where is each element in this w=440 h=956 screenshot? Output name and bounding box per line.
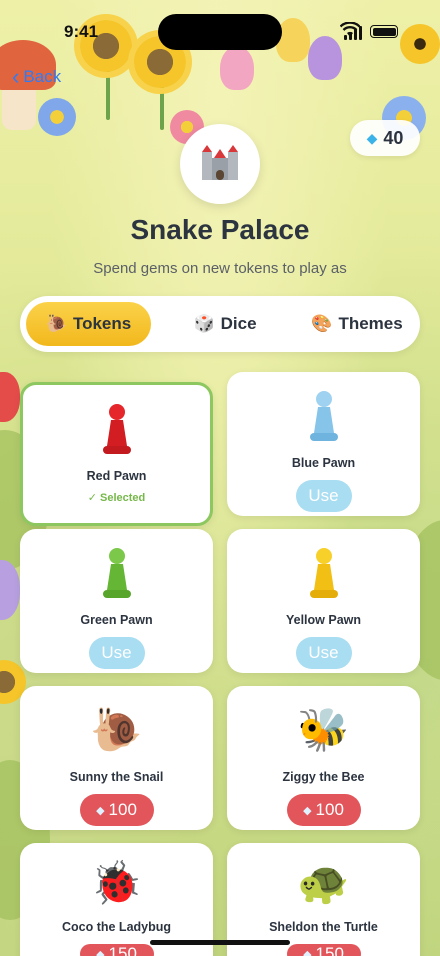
gem-icon: ◆ [303, 948, 312, 956]
use-button[interactable]: Use [295, 480, 352, 512]
wifi-icon [340, 22, 360, 37]
buy-button[interactable]: ◆ 100 [79, 794, 154, 826]
token-card-yellow-pawn[interactable]: Yellow Pawn Use [227, 529, 420, 673]
page-title: Snake Palace [130, 214, 310, 245]
gem-icon: ◆ [366, 129, 378, 146]
castle-icon [202, 145, 238, 180]
category-tabs: 🐌 Tokens 🎲 Dice 🎨 Themes [20, 296, 420, 352]
buy-button[interactable]: ◆ 100 [286, 794, 361, 826]
pawn-icon [99, 545, 135, 601]
use-button[interactable]: Use [295, 637, 352, 669]
token-name: Green Pawn [80, 613, 153, 627]
gem-icon: ◆ [96, 804, 105, 817]
gem-count: 40 [383, 127, 404, 148]
token-name: Blue Pawn [291, 456, 356, 470]
palette-icon: 🎨 [311, 314, 333, 333]
pawn-icon [99, 401, 135, 457]
selected-label: ✓ Selected [87, 492, 146, 504]
gem-balance: ◆ 40 [350, 120, 420, 156]
token-name: Sheldon the Turtle [269, 920, 378, 934]
pawn-icon [306, 545, 342, 601]
token-name: Sunny the Snail [69, 770, 164, 784]
tab-tokens[interactable]: 🐌 Tokens [26, 302, 151, 346]
dice-icon: 🎲 [193, 314, 215, 333]
token-card-green-pawn[interactable]: Green Pawn Use [20, 529, 213, 673]
token-card-sunny-the-snail[interactable]: 🐌 Sunny the Snail ◆ 100 [20, 686, 213, 830]
token-name: Red Pawn [86, 469, 147, 483]
gem-icon: ◆ [303, 804, 312, 817]
token-card-blue-pawn[interactable]: Blue Pawn Use [227, 372, 420, 516]
snail-icon: 🐌 [90, 705, 143, 753]
home-indicator[interactable] [150, 940, 290, 945]
token-name: Ziggy the Bee [282, 770, 365, 784]
ladybug-icon: 🐞 [90, 859, 143, 906]
price-label: 100 [315, 800, 344, 819]
battery-icon [370, 25, 398, 38]
gem-icon: ◆ [96, 948, 105, 956]
token-card-red-pawn[interactable]: Red Pawn ✓ Selected [20, 382, 213, 526]
back-label: Back [23, 67, 62, 86]
bee-icon: 🐝 [297, 705, 350, 753]
use-button[interactable]: Use [88, 637, 145, 669]
status-time: 9:41 [64, 22, 99, 41]
price-label: 150 [315, 944, 344, 956]
buy-button[interactable]: ◆ 150 [286, 944, 361, 956]
token-name: Coco the Ladybug [61, 920, 172, 934]
tab-label: Tokens [72, 314, 132, 333]
dynamic-island [158, 14, 282, 50]
buy-button[interactable]: ◆ 150 [79, 944, 154, 956]
price-label: 100 [108, 800, 137, 819]
pawn-icon [306, 388, 342, 444]
tab-dice[interactable]: 🎲 Dice [170, 302, 280, 346]
tab-label: Themes [338, 314, 403, 333]
turtle-icon: 🐢 [297, 859, 350, 906]
price-label: 150 [108, 944, 137, 956]
castle-emblem [180, 124, 260, 204]
chevron-left-icon: ‹ [12, 64, 20, 89]
token-card-ziggy-the-bee[interactable]: 🐝 Ziggy the Bee ◆ 100 [227, 686, 420, 830]
back-button[interactable]: ‹ Back [12, 66, 61, 88]
tab-label: Dice [220, 314, 257, 333]
token-name: Yellow Pawn [285, 613, 362, 627]
snail-icon: 🐌 [45, 314, 67, 333]
page-subtitle: Spend gems on new tokens to play as [93, 260, 347, 277]
status-bar: 9:41 [0, 0, 440, 60]
tab-themes[interactable]: 🎨 Themes [300, 302, 414, 346]
